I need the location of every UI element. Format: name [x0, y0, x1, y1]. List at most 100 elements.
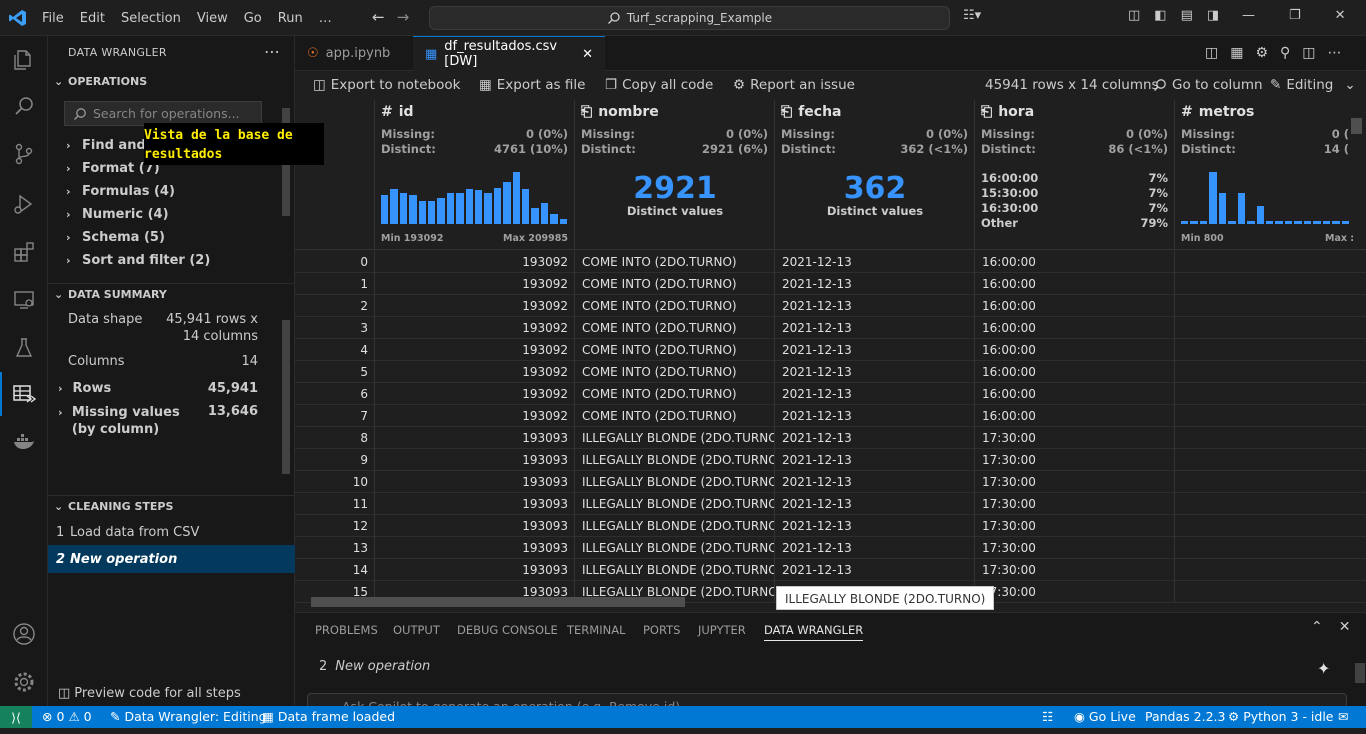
histogram-bar[interactable] — [559, 218, 567, 224]
table-row[interactable]: 0 193092 COME INTO (2DO.TURNO) 2021-12-13 16… — [295, 251, 1366, 273]
grid-vertical-scrollbar-thumb[interactable] — [1351, 118, 1362, 134]
index-cell[interactable]: 4 — [295, 339, 375, 361]
copilot-status-icon[interactable]: ☷ — [1042, 709, 1053, 724]
column-header-id[interactable]: # id Missing: 0 (0%) Distinct: 4761 (10%)… — [375, 100, 575, 250]
preview-code-all-steps[interactable]: ◫ Preview code for all steps — [58, 686, 241, 701]
nombre-cell[interactable]: COME INTO (2DO.TURNO) — [575, 317, 775, 339]
table-row[interactable]: 7 193092 COME INTO (2DO.TURNO) 2021-12-13 16… — [295, 405, 1366, 427]
toggle-panel-icon[interactable]: ▤ — [1181, 8, 1193, 23]
index-cell[interactable]: 7 — [295, 405, 375, 427]
hora-cell[interactable]: 16:00:00 — [975, 383, 1175, 405]
pandas-version[interactable]: Pandas 2.2.3 — [1145, 709, 1225, 724]
go-to-column-button[interactable]: Go to column — [1153, 77, 1263, 93]
histogram-bar[interactable] — [1256, 205, 1264, 224]
hora-cell[interactable]: 17:30:00 — [975, 493, 1175, 515]
hora-cell[interactable]: 16:00:00 — [975, 317, 1175, 339]
hora-cell[interactable]: 16:00:00 — [975, 295, 1175, 317]
histogram-bar[interactable] — [512, 172, 520, 224]
explorer-icon[interactable] — [0, 38, 48, 82]
tab-app-ipynb[interactable]: ☉ app.ipynb — [295, 36, 413, 71]
index-cell[interactable]: 1 — [295, 273, 375, 295]
summary-rows[interactable]: › Rows 45,941 — [58, 381, 258, 401]
operation-sort-filter[interactable]: › Sort and filter (2) — [66, 253, 210, 268]
panel-tab-problems[interactable]: PROBLEMS — [315, 623, 378, 637]
extensions-icon[interactable] — [0, 230, 48, 274]
fecha-cell[interactable]: 2021-12-13 — [775, 317, 975, 339]
histogram-bar[interactable] — [1313, 221, 1321, 224]
id-cell[interactable]: 193092 — [375, 251, 575, 273]
histogram-bar[interactable] — [1228, 221, 1236, 224]
table-row[interactable]: 13 193093 ILLEGALLY BLONDE (2DO.TURNO) 2021… — [295, 537, 1366, 559]
histogram-bar[interactable] — [1266, 221, 1274, 224]
operation-formulas[interactable]: › Formulas (4) — [66, 184, 175, 199]
histogram-bar[interactable] — [1218, 192, 1227, 224]
metros-cell[interactable] — [1175, 383, 1366, 405]
fecha-cell[interactable]: 2021-12-13 — [775, 493, 975, 515]
table-row[interactable]: 8 193093 ILLEGALLY BLONDE (2DO.TURNO) 2021-… — [295, 427, 1366, 449]
table-row[interactable]: 14 193093 ILLEGALLY BLONDE (2DO.TURNO) 2021… — [295, 559, 1366, 581]
problems-indicator[interactable]: ⊗ 0 ⚠ 0 — [42, 709, 92, 724]
hora-cell[interactable]: 16:00:00 — [975, 273, 1175, 295]
metros-cell[interactable] — [1175, 405, 1366, 427]
editing-mode-dropdown[interactable]: ✎ Editing ⌄ — [1270, 77, 1356, 93]
fecha-cell[interactable]: 2021-12-13 — [775, 361, 975, 383]
panel-tab-output[interactable]: OUTPUT — [393, 623, 440, 637]
nombre-cell[interactable]: COME INTO (2DO.TURNO) — [575, 273, 775, 295]
nombre-cell[interactable]: COME INTO (2DO.TURNO) — [575, 361, 775, 383]
histogram-bar[interactable] — [456, 192, 464, 224]
histogram-bar[interactable] — [1209, 172, 1217, 224]
histogram-bar[interactable] — [503, 182, 511, 224]
tab-df-resultados[interactable]: ▦ df_resultados.csv [DW] ✕ — [413, 36, 605, 71]
metros-cell[interactable] — [1175, 559, 1366, 581]
menu-more[interactable]: … — [311, 11, 340, 26]
nombre-cell[interactable]: ILLEGALLY BLONDE (2DO.TURNO) — [575, 559, 775, 581]
metros-cell[interactable] — [1175, 515, 1366, 537]
id-cell[interactable]: 193093 — [375, 449, 575, 471]
column-header-fecha[interactable]: ⎗ fecha Missing: 0 (0%) Distinct: 362 (<1… — [775, 100, 975, 250]
minimize-icon[interactable]: — — [1242, 8, 1255, 23]
histogram-bar[interactable] — [1199, 221, 1208, 224]
customize-layout-icon[interactable]: ◫ — [1128, 8, 1140, 23]
data-wrangler-icon[interactable] — [0, 372, 48, 416]
table-row[interactable]: 4 193092 COME INTO (2DO.TURNO) 2021-12-13 16… — [295, 339, 1366, 361]
fecha-cell[interactable]: 2021-12-13 — [775, 449, 975, 471]
source-control-icon[interactable] — [0, 132, 48, 176]
nombre-cell[interactable]: COME INTO (2DO.TURNO) — [575, 251, 775, 273]
flask-icon[interactable]: ⚲ — [1280, 45, 1290, 61]
id-cell[interactable]: 193092 — [375, 339, 575, 361]
more-editor-actions-icon[interactable]: ⋯ — [1328, 45, 1342, 61]
hora-cell[interactable]: 17:30:00 — [975, 427, 1175, 449]
fecha-cell[interactable]: 2021-12-13 — [775, 405, 975, 427]
histogram-bar[interactable] — [475, 190, 483, 224]
histogram-bar[interactable] — [446, 192, 455, 224]
remote-explorer-icon[interactable] — [0, 278, 48, 322]
nombre-cell[interactable]: COME INTO (2DO.TURNO) — [575, 383, 775, 405]
table-row[interactable]: 10 193093 ILLEGALLY BLONDE (2DO.TURNO) 2021… — [295, 471, 1366, 493]
table-row[interactable]: 6 193092 COME INTO (2DO.TURNO) 2021-12-13 16… — [295, 383, 1366, 405]
command-center-search[interactable]: Turf_scrapping_Example — [429, 6, 950, 30]
hora-cell[interactable]: 17:30:00 — [975, 449, 1175, 471]
docker-icon[interactable] — [0, 420, 48, 464]
histogram-bar[interactable] — [1341, 221, 1349, 224]
histogram-bar[interactable] — [1332, 221, 1340, 224]
table-row[interactable]: 9 193093 ILLEGALLY BLONDE (2DO.TURNO) 2021-… — [295, 449, 1366, 471]
histogram-bar[interactable] — [1247, 221, 1255, 224]
id-cell[interactable]: 193093 — [375, 537, 575, 559]
id-cell[interactable]: 193093 — [375, 559, 575, 581]
export-to-notebook-button[interactable]: ◫ Export to notebook — [313, 77, 460, 93]
maximize-panel-icon[interactable]: ⌃ — [1311, 619, 1323, 635]
panel-tab-jupyter[interactable]: JUPYTER — [698, 623, 746, 637]
table-row[interactable]: 2 193092 COME INTO (2DO.TURNO) 2021-12-13 16… — [295, 295, 1366, 317]
nombre-cell[interactable]: COME INTO (2DO.TURNO) — [575, 295, 775, 317]
metros-cell[interactable] — [1175, 251, 1366, 273]
hora-cell[interactable]: 16:00:00 — [975, 361, 1175, 383]
index-cell[interactable]: 0 — [295, 251, 375, 273]
go-live-button[interactable]: ◉ Go Live — [1074, 709, 1136, 724]
column-header-metros[interactable]: # metros Missing: 0 ( Distinct: 14 ( Min … — [1175, 100, 1366, 250]
fecha-cell[interactable]: 2021-12-13 — [775, 537, 975, 559]
fecha-cell[interactable]: 2021-12-13 — [775, 427, 975, 449]
histogram-bar[interactable] — [381, 195, 389, 224]
menu-selection[interactable]: Selection — [113, 11, 189, 26]
back-arrow-icon[interactable]: ← — [372, 8, 385, 26]
close-panel-icon[interactable]: ✕ — [1339, 619, 1351, 635]
